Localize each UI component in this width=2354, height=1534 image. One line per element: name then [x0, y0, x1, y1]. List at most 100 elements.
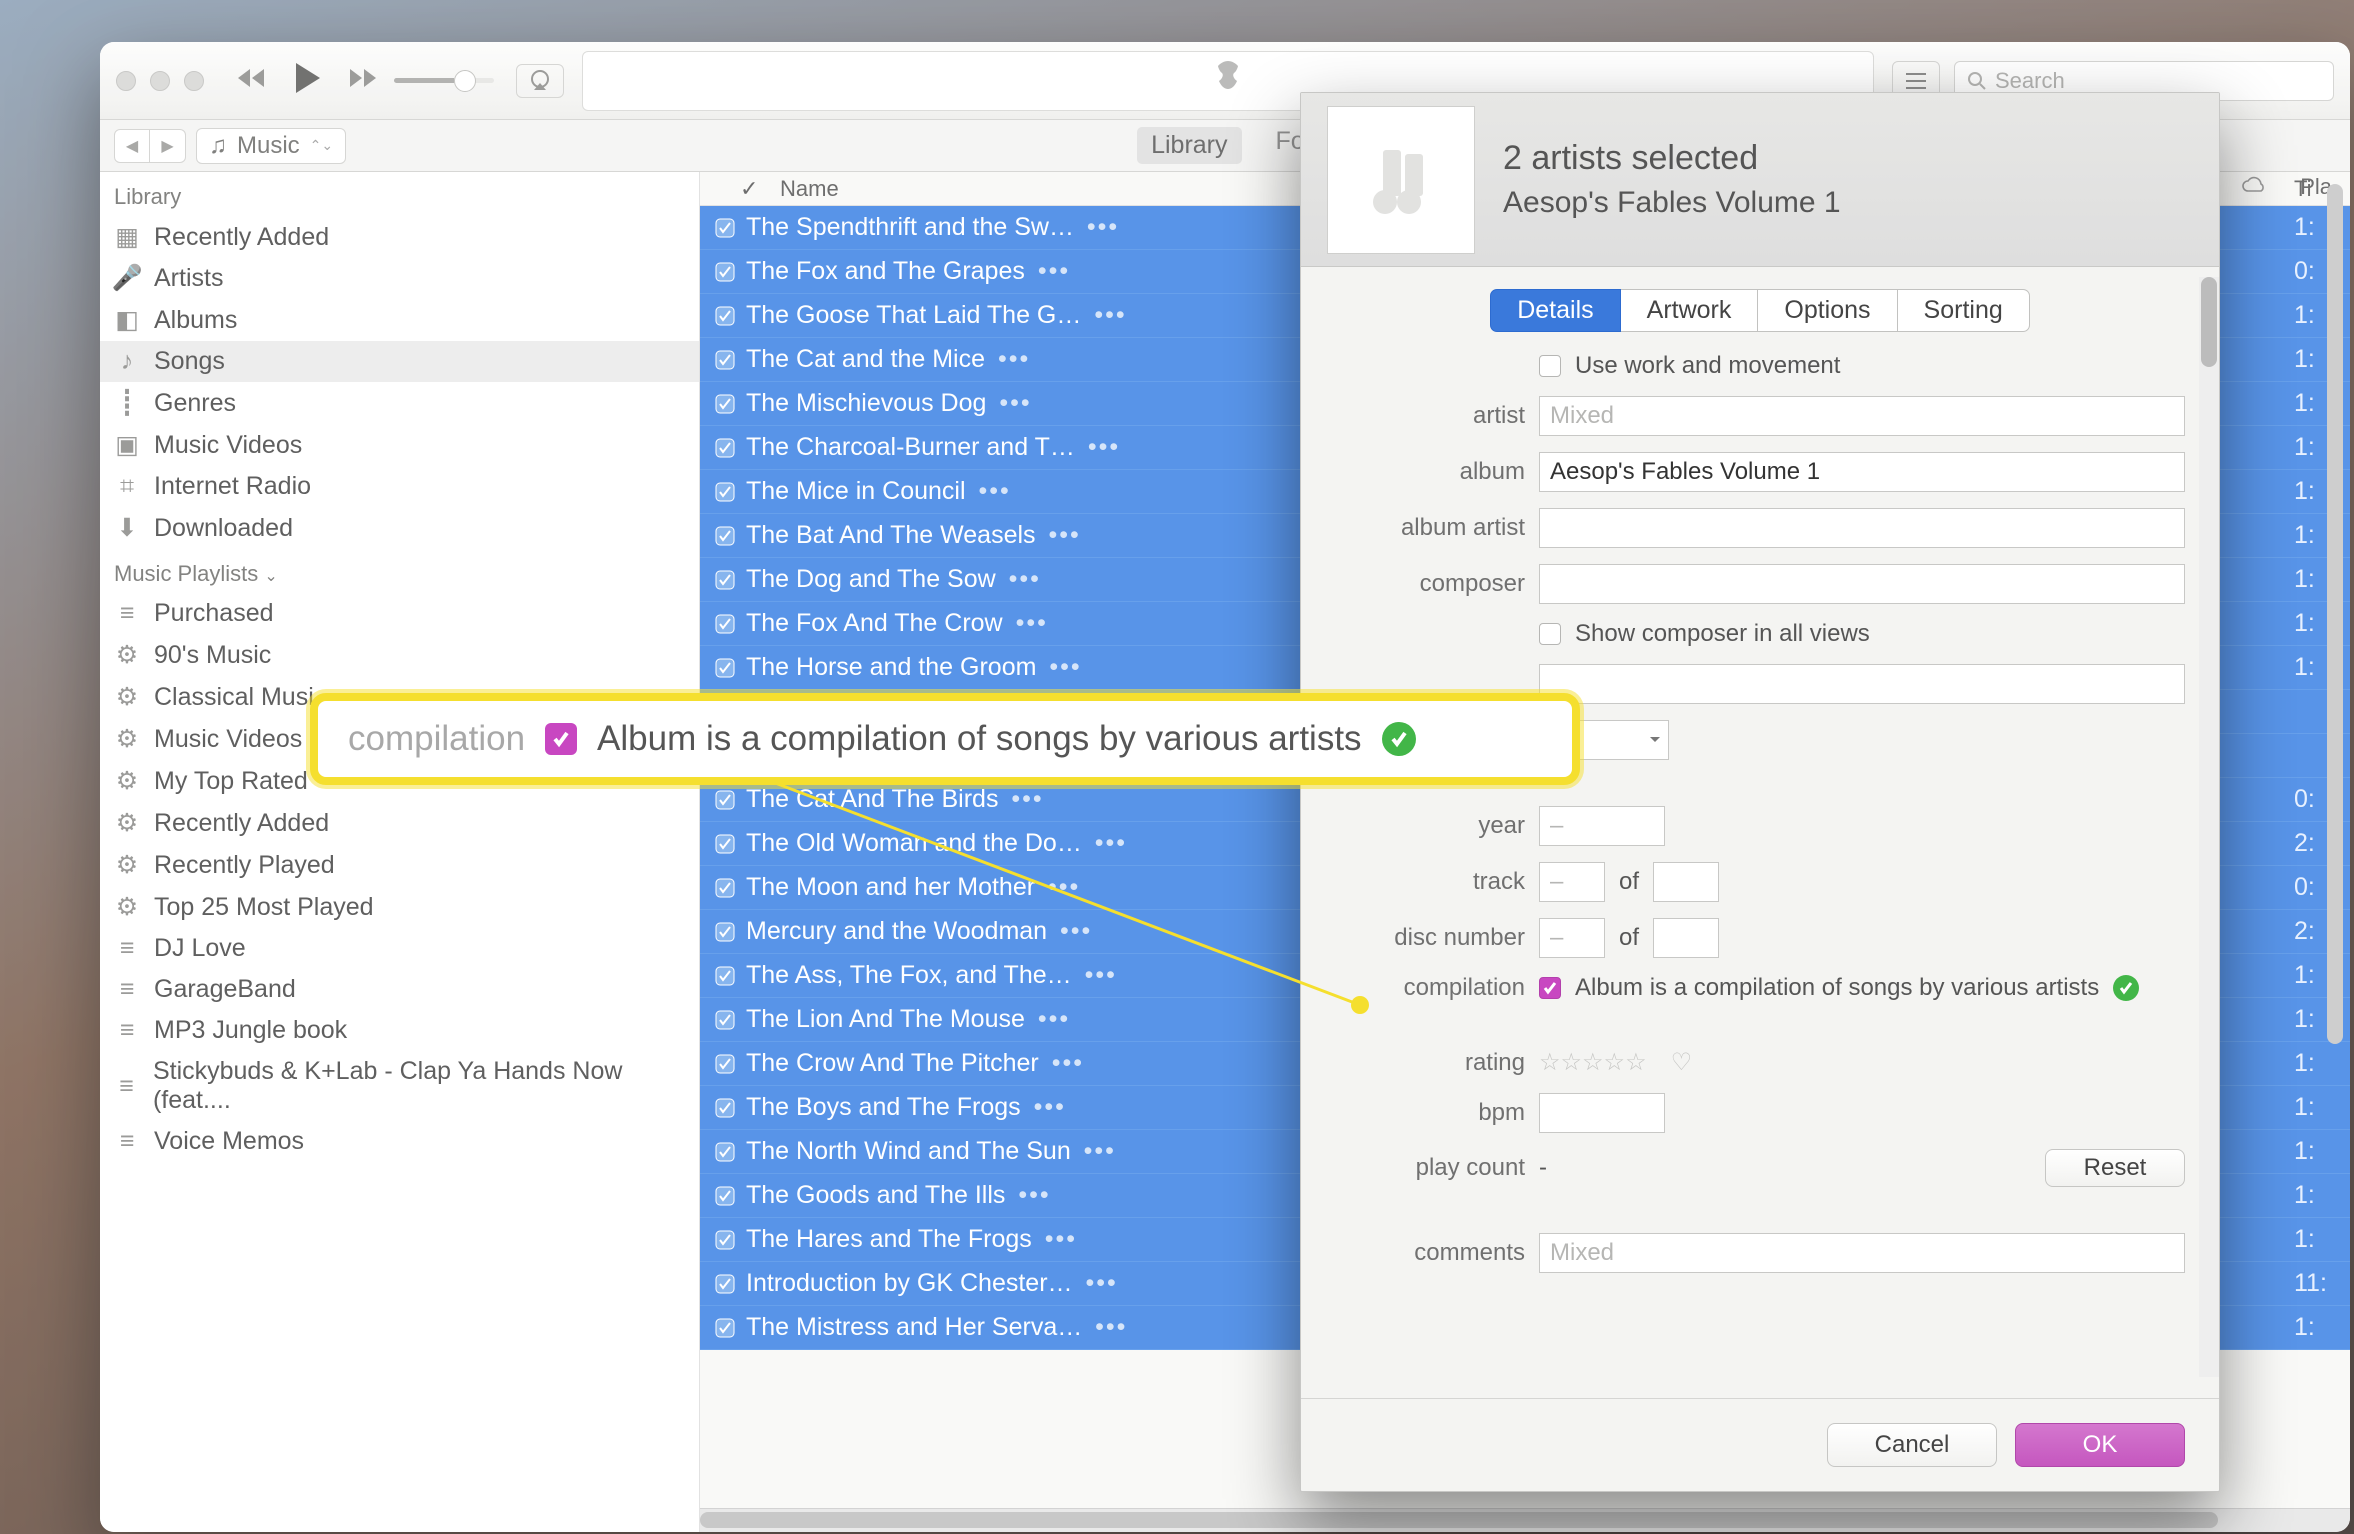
sidebar-item-artists[interactable]: 🎤 Artists: [100, 258, 699, 299]
row-checkbox[interactable]: [700, 350, 740, 370]
year-field[interactable]: [1539, 806, 1665, 846]
sidebar-item-albums[interactable]: ◧Albums: [100, 299, 699, 341]
horizontal-scrollbar[interactable]: [700, 1508, 2350, 1532]
row-checkbox[interactable]: [700, 1054, 740, 1074]
airplay-button[interactable]: [516, 64, 564, 98]
row-checkbox[interactable]: [700, 482, 740, 502]
dialog-header: 2 artists selected Aesop's Fables Volume…: [1301, 93, 2219, 267]
row-checkbox[interactable]: [700, 526, 740, 546]
dialog-scrollbar[interactable]: [2199, 277, 2219, 1377]
forward-button[interactable]: ▶: [150, 129, 186, 163]
row-checkbox[interactable]: [700, 438, 740, 458]
row-checkbox[interactable]: [700, 1098, 740, 1118]
traffic-light-close[interactable]: [116, 71, 136, 91]
track-total-field[interactable]: [1653, 862, 1719, 902]
love-icon[interactable]: ♡: [1671, 1048, 1693, 1077]
window-scrollbar[interactable]: [2324, 184, 2346, 1504]
playlist-item[interactable]: ≡DJ Love: [100, 928, 699, 969]
row-checkbox[interactable]: [700, 878, 740, 898]
row-checkbox[interactable]: [700, 834, 740, 854]
col-check[interactable]: ✓: [740, 176, 758, 202]
back-button[interactable]: ◀: [114, 129, 150, 163]
tab-options[interactable]: Options: [1758, 289, 1897, 332]
row-checkbox[interactable]: [700, 658, 740, 678]
traffic-light-zoom[interactable]: [184, 71, 204, 91]
row-checkbox[interactable]: [700, 218, 740, 238]
row-checkbox[interactable]: [700, 1230, 740, 1250]
artist-field[interactable]: [1539, 396, 2185, 436]
volume-slider[interactable]: [394, 78, 494, 83]
playlist-item[interactable]: ≡Voice Memos: [100, 1121, 699, 1162]
disc-total-field[interactable]: [1653, 918, 1719, 958]
playlist-item[interactable]: ⚙Recently Added: [100, 802, 699, 844]
chevron-down-icon[interactable]: ⌄: [264, 568, 277, 585]
sidebar-icon: ⬇: [114, 513, 140, 543]
ok-button[interactable]: OK: [2015, 1423, 2185, 1467]
sidebar-item-label: Stickybuds & K+Lab - Clap Ya Hands Now (…: [153, 1057, 685, 1115]
search-icon: [1967, 71, 1987, 91]
dialog-subtitle: Aesop's Fables Volume 1: [1503, 182, 1841, 224]
row-checkbox[interactable]: [700, 262, 740, 282]
sidebar-icon: 🎤: [114, 264, 140, 293]
row-checkbox[interactable]: [700, 966, 740, 986]
composer-field[interactable]: [1539, 564, 2185, 604]
row-checkbox[interactable]: [700, 1142, 740, 1162]
row-checkbox[interactable]: [700, 790, 740, 810]
use-work-checkbox[interactable]: [1539, 355, 1561, 377]
disc-field[interactable]: [1539, 918, 1605, 958]
sidebar-item-genres[interactable]: ┋Genres: [100, 382, 699, 424]
album-field[interactable]: [1539, 452, 2185, 492]
bpm-field[interactable]: [1539, 1093, 1665, 1133]
sidebar-item-recently-added[interactable]: ▦Recently Added: [100, 216, 699, 258]
tab-library[interactable]: Library: [1137, 127, 1241, 164]
playlist-item[interactable]: ≡Stickybuds & K+Lab - Clap Ya Hands Now …: [100, 1051, 699, 1121]
cancel-button[interactable]: Cancel: [1827, 1423, 1997, 1467]
playlist-item[interactable]: ≡GarageBand: [100, 969, 699, 1010]
row-checkbox[interactable]: [700, 1318, 740, 1338]
reset-button[interactable]: Reset: [2045, 1149, 2185, 1187]
playlist-icon: ≡: [114, 1127, 140, 1156]
grouping-field[interactable]: [1539, 664, 2185, 704]
callout-badge-icon: [1382, 722, 1416, 756]
rating-stars[interactable]: ☆☆☆☆☆: [1539, 1048, 1647, 1077]
sidebar-item-songs[interactable]: ♪Songs: [100, 341, 699, 382]
sidebar-item-downloaded[interactable]: ⬇Downloaded: [100, 507, 699, 549]
row-checkbox[interactable]: [700, 1186, 740, 1206]
playlist-item[interactable]: ⚙90's Music: [100, 634, 699, 676]
comments-field[interactable]: [1539, 1233, 2185, 1273]
track-label: track: [1335, 868, 1525, 896]
traffic-light-minimize[interactable]: [150, 71, 170, 91]
sidebar-item-music-videos[interactable]: ▣Music Videos: [100, 424, 699, 466]
comments-label: comments: [1335, 1239, 1525, 1267]
row-checkbox[interactable]: [700, 1010, 740, 1030]
playlist-item[interactable]: ≡Purchased: [100, 593, 699, 634]
media-dropdown[interactable]: ♫ Music ⌃⌄: [196, 128, 346, 164]
row-checkbox[interactable]: [700, 922, 740, 942]
track-field[interactable]: [1539, 862, 1605, 902]
year-label: year: [1335, 812, 1525, 840]
prev-track-icon[interactable]: [236, 67, 266, 94]
compilation-checkbox[interactable]: [1539, 977, 1561, 999]
play-icon[interactable]: [292, 61, 322, 100]
sidebar-item-label: Artists: [154, 264, 223, 293]
row-checkbox[interactable]: [700, 306, 740, 326]
playlist-item[interactable]: ⚙Recently Played: [100, 844, 699, 886]
playlist-item[interactable]: ≡MP3 Jungle book: [100, 1010, 699, 1051]
sidebar-item-label: Recently Added: [154, 223, 329, 252]
album-artist-field[interactable]: [1539, 508, 2185, 548]
sidebar-item-internet-radio[interactable]: ⌗Internet Radio: [100, 466, 699, 507]
tab-details[interactable]: Details: [1490, 289, 1620, 332]
row-checkbox[interactable]: [700, 1274, 740, 1294]
col-cloud[interactable]: [2214, 176, 2294, 202]
next-track-icon[interactable]: [348, 67, 378, 94]
artist-label: artist: [1335, 402, 1525, 430]
row-checkbox[interactable]: [700, 614, 740, 634]
row-checkbox[interactable]: [700, 394, 740, 414]
tab-artwork[interactable]: Artwork: [1621, 289, 1759, 332]
show-composer-checkbox[interactable]: [1539, 623, 1561, 645]
search-placeholder: Search: [1995, 68, 2065, 94]
sidebar-item-label: 90's Music: [154, 641, 271, 670]
playlist-item[interactable]: ⚙Top 25 Most Played: [100, 886, 699, 928]
tab-sorting[interactable]: Sorting: [1898, 289, 2030, 332]
row-checkbox[interactable]: [700, 570, 740, 590]
